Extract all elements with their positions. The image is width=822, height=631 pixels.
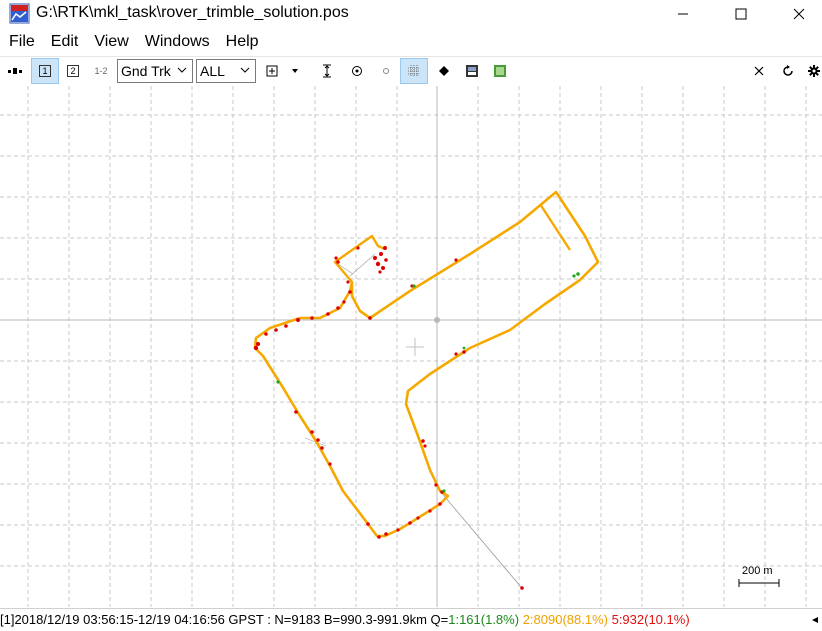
menu-windows[interactable]: Windows: [136, 30, 217, 54]
clear-button[interactable]: [749, 58, 769, 84]
menu-view[interactable]: View: [85, 30, 135, 54]
reload-icon: [783, 65, 793, 76]
status-summary: [1]2018/12/19 03:56:15-12/19 04:16:56 GP…: [0, 612, 449, 627]
show-center-button[interactable]: [346, 58, 368, 84]
show-map-button[interactable]: [489, 58, 511, 84]
ground-track-spur: [538, 203, 572, 251]
maximize-icon: [735, 8, 747, 20]
single-points: [253, 246, 524, 590]
chevron-down-icon: [177, 67, 187, 73]
minimize-icon: [678, 13, 688, 15]
plot-type-select[interactable]: Gnd Trk: [117, 59, 193, 83]
scale-bar: [738, 579, 780, 587]
origin-marker: [434, 317, 440, 323]
fit-vertical-icon: [323, 64, 331, 78]
status-bar: [1]2018/12/19 03:56:15-12/19 04:16:56 GP…: [0, 608, 822, 631]
cursor-crosshair: [406, 338, 424, 356]
status-q5-single: 5:932(10.1%): [611, 612, 690, 627]
status-q1-fix: 1:161(1.8%): [448, 612, 520, 627]
menu-help[interactable]: Help: [217, 30, 266, 54]
chevron-down-icon: [240, 67, 250, 73]
solution1-button[interactable]: 1: [31, 58, 59, 84]
rtkplot-icon: [9, 3, 30, 24]
origin-dropdown-button[interactable]: [286, 58, 304, 84]
show-point-button[interactable]: [376, 58, 396, 84]
image-icon: [466, 65, 478, 77]
solution2-label: 2: [67, 65, 79, 77]
close-button[interactable]: [776, 0, 822, 28]
menu-file[interactable]: File: [0, 30, 42, 54]
grid-toggle-button[interactable]: [400, 58, 428, 84]
window-title: G:\RTK\mkl_task\rover_trimble_solution.p…: [36, 4, 349, 21]
plot-canvas: [0, 86, 822, 607]
plot-type-value: Gnd Trk: [121, 63, 171, 79]
toolbar: 1 2 1-2 Gnd Trk ALL: [0, 56, 822, 85]
minimize-button[interactable]: [660, 0, 706, 28]
target-icon: [352, 66, 362, 76]
solution12-label: 1-2: [94, 66, 108, 76]
fit-vertical-button[interactable]: [316, 58, 338, 84]
grid-icon: [408, 65, 420, 77]
small-circle-icon: [383, 68, 389, 74]
settings-button[interactable]: [806, 58, 822, 84]
center-origin-button[interactable]: [262, 58, 282, 84]
map-icon: [494, 65, 506, 77]
quality-filter-select[interactable]: ALL: [196, 59, 256, 83]
show-marker-button[interactable]: [434, 58, 454, 84]
maximize-button[interactable]: [718, 0, 764, 28]
expand-arrow-icon[interactable]: [811, 609, 819, 631]
title-bar: G:\RTK\mkl_task\rover_trimble_solution.p…: [0, 0, 822, 28]
reload-button[interactable]: [778, 58, 798, 84]
connect-icon: [8, 68, 22, 74]
status-q2-float: 2:8090(88.1%): [522, 612, 608, 627]
gear-icon: [808, 65, 820, 77]
scale-label: 200 m: [742, 565, 773, 577]
quality-filter-value: ALL: [200, 63, 225, 79]
crosshair-box-icon: [266, 65, 278, 77]
solution1-label: 1: [39, 65, 51, 77]
dropdown-arrow-icon: [292, 69, 298, 73]
solution12-button[interactable]: 1-2: [88, 58, 114, 84]
connect-button[interactable]: [3, 58, 27, 84]
ground-track-branch: [333, 234, 386, 283]
close-icon: [754, 66, 764, 76]
show-image-button[interactable]: [461, 58, 483, 84]
solution2-button[interactable]: 2: [61, 58, 85, 84]
menu-edit[interactable]: Edit: [42, 30, 86, 54]
fix-points: [276, 272, 580, 493]
close-icon: [793, 8, 805, 20]
ground-track-plot[interactable]: 200 m: [0, 86, 822, 607]
diamond-icon: [439, 66, 449, 76]
menu-bar: File Edit View Windows Help: [0, 30, 822, 54]
